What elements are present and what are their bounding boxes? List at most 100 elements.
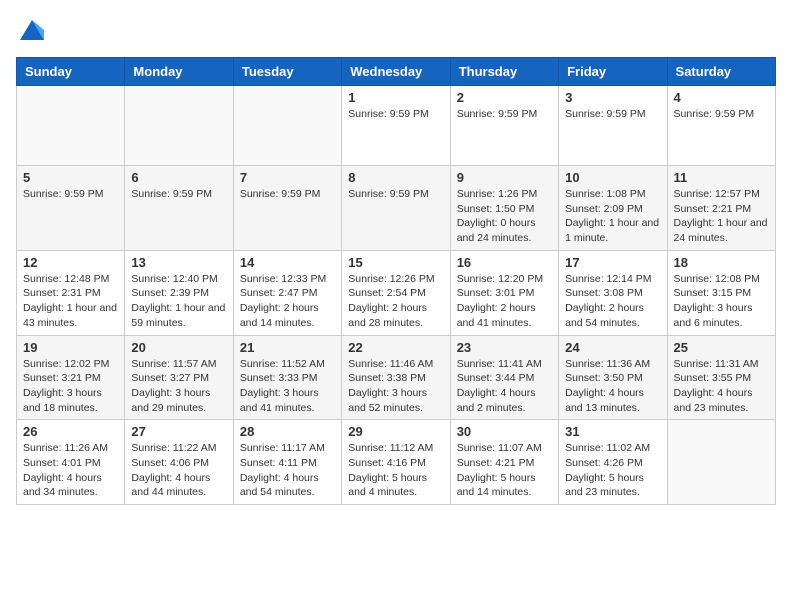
calendar-header-saturday: Saturday bbox=[667, 58, 775, 86]
day-info: Sunrise: 11:52 AM Sunset: 3:33 PM Daylig… bbox=[240, 357, 335, 416]
calendar-cell: 26 Sunrise: 11:26 AM Sunset: 4:01 PM Dayl… bbox=[17, 420, 125, 505]
day-info: Sunrise: 9:59 PM bbox=[674, 107, 769, 122]
calendar-cell: 19 Sunrise: 12:02 PM Sunset: 3:21 PM Dayl… bbox=[17, 335, 125, 420]
calendar-header-tuesday: Tuesday bbox=[233, 58, 341, 86]
day-number: 12 bbox=[23, 255, 118, 270]
day-info: Sunrise: 11:22 AM Sunset: 4:06 PM Daylig… bbox=[131, 441, 226, 500]
day-number: 31 bbox=[565, 424, 660, 439]
day-info: Sunrise: 11:07 AM Sunset: 4:21 PM Daylig… bbox=[457, 441, 552, 500]
day-info: Sunrise: 11:26 AM Sunset: 4:01 PM Daylig… bbox=[23, 441, 118, 500]
day-number: 29 bbox=[348, 424, 443, 439]
day-info: Sunrise: 11:57 AM Sunset: 3:27 PM Daylig… bbox=[131, 357, 226, 416]
page-header bbox=[16, 16, 776, 49]
day-info: Sunrise: 12:48 PM Sunset: 2:31 PM Daylig… bbox=[23, 272, 118, 331]
day-number: 21 bbox=[240, 340, 335, 355]
day-number: 4 bbox=[674, 90, 769, 105]
day-info: Sunrise: 11:17 AM Sunset: 4:11 PM Daylig… bbox=[240, 441, 335, 500]
calendar-header-thursday: Thursday bbox=[450, 58, 558, 86]
calendar-week-row: 5Sunrise: 9:59 PM6Sunrise: 9:59 PM7Sunri… bbox=[17, 166, 776, 251]
day-number: 8 bbox=[348, 170, 443, 185]
day-info: Sunrise: 12:57 PM Sunset: 2:21 PM Daylig… bbox=[674, 187, 769, 246]
day-number: 2 bbox=[457, 90, 552, 105]
day-info: Sunrise: 11:36 AM Sunset: 3:50 PM Daylig… bbox=[565, 357, 660, 416]
calendar-cell: 3 Sunrise: 9:59 PM bbox=[559, 86, 667, 166]
calendar-cell bbox=[667, 420, 775, 505]
calendar-cell: 1 Sunrise: 9:59 PM bbox=[342, 86, 450, 166]
day-number: 5 bbox=[23, 170, 118, 185]
calendar-cell: 22 Sunrise: 11:46 AM Sunset: 3:38 PM Dayl… bbox=[342, 335, 450, 420]
day-number: 22 bbox=[348, 340, 443, 355]
day-info: Sunrise: 9:59 PM bbox=[131, 187, 226, 202]
calendar-cell: 30Sunrise: 11:07 AM Sunset: 4:21 PM Dayl… bbox=[450, 420, 558, 505]
day-number: 1 bbox=[348, 90, 443, 105]
day-number: 16 bbox=[457, 255, 552, 270]
logo-icon bbox=[18, 16, 46, 44]
calendar-cell: 27 Sunrise: 11:22 AM Sunset: 4:06 PM Dayl… bbox=[125, 420, 233, 505]
calendar-cell: 13 Sunrise: 12:40 PM Sunset: 2:39 PM Dayl… bbox=[125, 250, 233, 335]
day-info: Sunrise: 11:02 AM Sunset: 4:26 PM Daylig… bbox=[565, 441, 660, 500]
calendar-cell: 2Sunrise: 9:59 PM bbox=[450, 86, 558, 166]
day-number: 14 bbox=[240, 255, 335, 270]
calendar-week-row: 1Sunrise: 9:59 PM2Sunrise: 9:59 PM3Sunri… bbox=[17, 86, 776, 166]
calendar-cell bbox=[17, 86, 125, 166]
day-number: 23 bbox=[457, 340, 552, 355]
day-info: Sunrise: 1:08 PM Sunset: 2:09 PM Dayligh… bbox=[565, 187, 660, 246]
calendar-cell: 23Sunrise: 11:41 AM Sunset: 3:44 PM Dayl… bbox=[450, 335, 558, 420]
day-info: Sunrise: 12:08 PM Sunset: 3:15 PM Daylig… bbox=[674, 272, 769, 331]
calendar-header-row: SundayMondayTuesdayWednesdayThursdayFrid… bbox=[17, 58, 776, 86]
day-number: 13 bbox=[131, 255, 226, 270]
logo-text bbox=[16, 16, 46, 49]
day-number: 19 bbox=[23, 340, 118, 355]
day-info: Sunrise: 9:59 PM bbox=[240, 187, 335, 202]
day-number: 3 bbox=[565, 90, 660, 105]
calendar-cell: 5 Sunrise: 9:59 PM bbox=[17, 166, 125, 251]
calendar-header-friday: Friday bbox=[559, 58, 667, 86]
calendar-cell: 18 Sunrise: 12:08 PM Sunset: 3:15 PM Dayl… bbox=[667, 250, 775, 335]
calendar-cell: 31 Sunrise: 11:02 AM Sunset: 4:26 PM Dayl… bbox=[559, 420, 667, 505]
day-info: Sunrise: 12:26 PM Sunset: 2:54 PM Daylig… bbox=[348, 272, 443, 331]
day-number: 18 bbox=[674, 255, 769, 270]
day-info: Sunrise: 12:20 PM Sunset: 3:01 PM Daylig… bbox=[457, 272, 552, 331]
day-number: 9 bbox=[457, 170, 552, 185]
day-number: 15 bbox=[348, 255, 443, 270]
calendar-table: SundayMondayTuesdayWednesdayThursdayFrid… bbox=[16, 57, 776, 505]
day-number: 27 bbox=[131, 424, 226, 439]
calendar-cell: 17Sunrise: 12:14 PM Sunset: 3:08 PM Dayl… bbox=[559, 250, 667, 335]
day-number: 20 bbox=[131, 340, 226, 355]
calendar-cell bbox=[233, 86, 341, 166]
day-info: Sunrise: 11:12 AM Sunset: 4:16 PM Daylig… bbox=[348, 441, 443, 500]
calendar-cell: 14Sunrise: 12:33 PM Sunset: 2:47 PM Dayl… bbox=[233, 250, 341, 335]
day-info: Sunrise: 9:59 PM bbox=[565, 107, 660, 122]
calendar-header-monday: Monday bbox=[125, 58, 233, 86]
calendar-cell: 8 Sunrise: 9:59 PM bbox=[342, 166, 450, 251]
calendar-cell: 4 Sunrise: 9:59 PM bbox=[667, 86, 775, 166]
calendar-cell: 25Sunrise: 11:31 AM Sunset: 3:55 PM Dayl… bbox=[667, 335, 775, 420]
calendar-cell: 20 Sunrise: 11:57 AM Sunset: 3:27 PM Dayl… bbox=[125, 335, 233, 420]
day-info: Sunrise: 11:46 AM Sunset: 3:38 PM Daylig… bbox=[348, 357, 443, 416]
calendar-week-row: 19 Sunrise: 12:02 PM Sunset: 3:21 PM Dayl… bbox=[17, 335, 776, 420]
calendar-cell bbox=[125, 86, 233, 166]
day-info: Sunrise: 9:59 PM bbox=[348, 107, 443, 122]
calendar-cell: 29 Sunrise: 11:12 AM Sunset: 4:16 PM Dayl… bbox=[342, 420, 450, 505]
day-info: Sunrise: 12:40 PM Sunset: 2:39 PM Daylig… bbox=[131, 272, 226, 331]
day-number: 25 bbox=[674, 340, 769, 355]
day-number: 7 bbox=[240, 170, 335, 185]
calendar-cell: 16 Sunrise: 12:20 PM Sunset: 3:01 PM Dayl… bbox=[450, 250, 558, 335]
calendar-header-wednesday: Wednesday bbox=[342, 58, 450, 86]
calendar-cell: 6Sunrise: 9:59 PM bbox=[125, 166, 233, 251]
day-info: Sunrise: 12:14 PM Sunset: 3:08 PM Daylig… bbox=[565, 272, 660, 331]
calendar-cell: 15 Sunrise: 12:26 PM Sunset: 2:54 PM Dayl… bbox=[342, 250, 450, 335]
day-info: Sunrise: 9:59 PM bbox=[348, 187, 443, 202]
calendar-cell: 28 Sunrise: 11:17 AM Sunset: 4:11 PM Dayl… bbox=[233, 420, 341, 505]
calendar-cell: 11Sunrise: 12:57 PM Sunset: 2:21 PM Dayl… bbox=[667, 166, 775, 251]
calendar-week-row: 12 Sunrise: 12:48 PM Sunset: 2:31 PM Dayl… bbox=[17, 250, 776, 335]
calendar-cell: 21 Sunrise: 11:52 AM Sunset: 3:33 PM Dayl… bbox=[233, 335, 341, 420]
calendar-cell: 12 Sunrise: 12:48 PM Sunset: 2:31 PM Dayl… bbox=[17, 250, 125, 335]
day-number: 28 bbox=[240, 424, 335, 439]
day-info: Sunrise: 12:02 PM Sunset: 3:21 PM Daylig… bbox=[23, 357, 118, 416]
day-number: 24 bbox=[565, 340, 660, 355]
day-info: Sunrise: 9:59 PM bbox=[23, 187, 118, 202]
logo bbox=[16, 16, 46, 49]
day-number: 26 bbox=[23, 424, 118, 439]
calendar-cell: 7 Sunrise: 9:59 PM bbox=[233, 166, 341, 251]
